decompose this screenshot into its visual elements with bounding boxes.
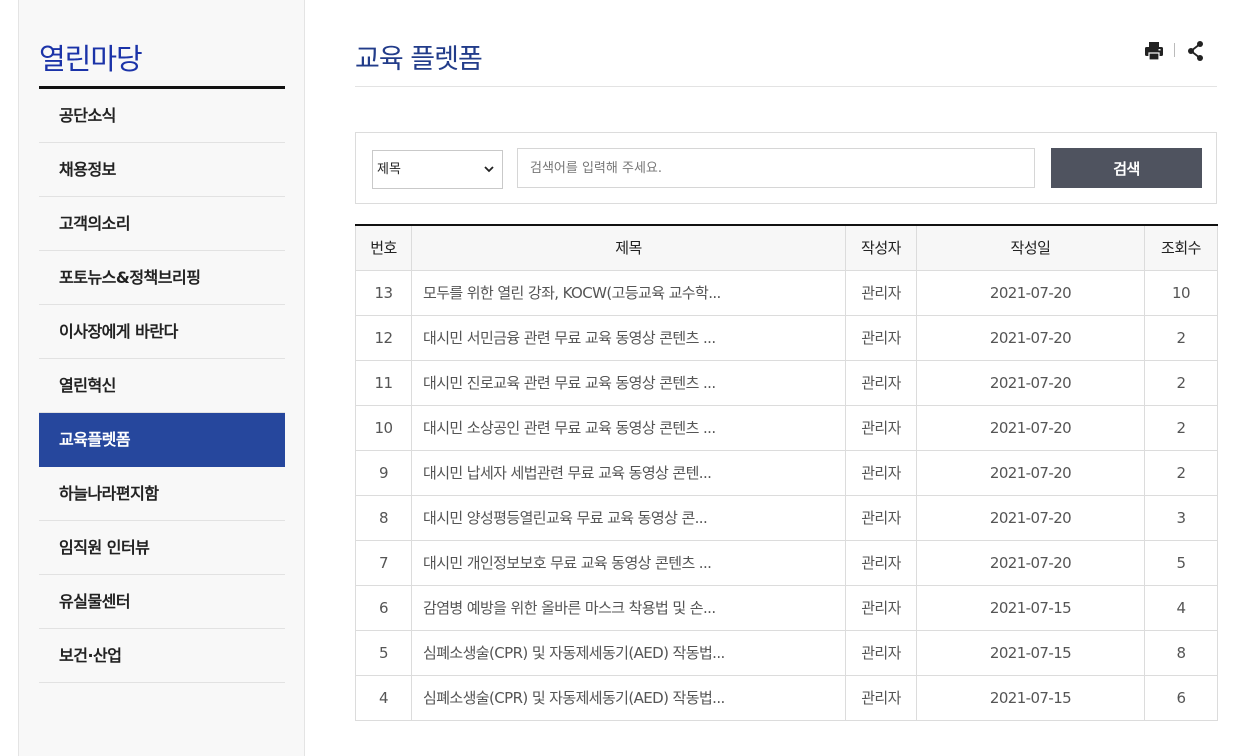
search-field-select-value: 제목 xyxy=(377,162,401,177)
cell-views: 6 xyxy=(1144,674,1218,721)
cell-author: 관리자 xyxy=(845,584,917,631)
page-tools xyxy=(1143,40,1213,62)
cell-author: 관리자 xyxy=(845,629,917,676)
cell-views: 5 xyxy=(1144,539,1218,586)
cell-date: 2021-07-20 xyxy=(916,314,1145,361)
table-row[interactable]: 11 대시민 진로교육 관련 무료 교육 동영상 콘텐츠 ... 관리자 2021-0… xyxy=(355,359,1218,406)
cell-author: 관리자 xyxy=(845,314,917,361)
cell-views: 8 xyxy=(1144,629,1218,676)
column-header-number: 번호 xyxy=(355,225,412,271)
table-row[interactable]: 10 대시민 소상공인 관련 무료 교육 동영상 콘텐츠 ... 관리자 2021-0… xyxy=(355,404,1218,451)
search-box: 제목 검색 xyxy=(355,132,1217,204)
sidebar-item-voice[interactable]: 고객의소리 xyxy=(39,197,285,251)
cell-views: 2 xyxy=(1144,359,1218,406)
cell-number: 4 xyxy=(355,674,412,721)
table-row[interactable]: 8 대시민 양성평등열린교육 무료 교육 동영상 콘... 관리자 2021-07-2… xyxy=(355,494,1218,541)
cell-date: 2021-07-15 xyxy=(916,629,1145,676)
column-header-title: 제목 xyxy=(411,225,846,271)
sidebar-item-recruit[interactable]: 채용정보 xyxy=(39,143,285,197)
post-title-link[interactable]: 심폐소생술(CPR) 및 자동제세동기(AED) 작동법... xyxy=(411,629,846,676)
sidebar: 열린마당 공단소식 채용정보 고객의소리 포토뉴스&정책브리핑 이사장에게 바란다 열린혁… xyxy=(18,0,305,756)
title-divider xyxy=(355,86,1217,87)
table-header-row: 번호 제목 작성자 작성일 조회수 xyxy=(355,225,1218,271)
cell-number: 7 xyxy=(355,539,412,586)
cell-date: 2021-07-15 xyxy=(916,584,1145,631)
cell-date: 2021-07-20 xyxy=(916,359,1145,406)
post-title-link[interactable]: 대시민 납세자 세법관련 무료 교육 동영상 콘텐... xyxy=(411,449,846,496)
page-title: 교육 플렛폼 xyxy=(355,44,483,75)
table-body: 13 모두를 위한 열린 강좌, KOCW(고등교육 교수학... 관리자 2021-… xyxy=(355,269,1218,721)
cell-date: 2021-07-15 xyxy=(916,674,1145,721)
post-title-link[interactable]: 대시민 소상공인 관련 무료 교육 동영상 콘텐츠 ... xyxy=(411,404,846,451)
post-title-link[interactable]: 대시민 진로교육 관련 무료 교육 동영상 콘텐츠 ... xyxy=(411,359,846,406)
sidebar-item-lost-found[interactable]: 유실물센터 xyxy=(39,575,285,629)
cell-views: 2 xyxy=(1144,449,1218,496)
cell-number: 12 xyxy=(355,314,412,361)
cell-views: 2 xyxy=(1144,314,1218,361)
post-title-link[interactable]: 심폐소생술(CPR) 및 자동제세동기(AED) 작동법... xyxy=(411,674,846,721)
post-title-link[interactable]: 대시민 서민금융 관련 무료 교육 동영상 콘텐츠 ... xyxy=(411,314,846,361)
cell-views: 3 xyxy=(1144,494,1218,541)
cell-author: 관리자 xyxy=(845,674,917,721)
cell-date: 2021-07-20 xyxy=(916,404,1145,451)
search-button[interactable]: 검색 xyxy=(1051,148,1202,188)
cell-author: 관리자 xyxy=(845,359,917,406)
cell-number: 8 xyxy=(355,494,412,541)
table-row[interactable]: 12 대시민 서민금융 관련 무료 교육 동영상 콘텐츠 ... 관리자 2021-0… xyxy=(355,314,1218,361)
cell-number: 6 xyxy=(355,584,412,631)
post-title-link[interactable]: 대시민 개인정보보호 무료 교육 동영상 콘텐츠 ... xyxy=(411,539,846,586)
cell-number: 9 xyxy=(355,449,412,496)
column-header-views: 조회수 xyxy=(1144,225,1218,271)
cell-number: 10 xyxy=(355,404,412,451)
column-header-author: 작성자 xyxy=(845,225,917,271)
sidebar-item-health[interactable]: 보건·산업 xyxy=(39,629,285,683)
table-row[interactable]: 4 심폐소생술(CPR) 및 자동제세동기(AED) 작동법... 관리자 2021-… xyxy=(355,674,1218,721)
cell-date: 2021-07-20 xyxy=(916,449,1145,496)
cell-views: 2 xyxy=(1144,404,1218,451)
table-row[interactable]: 7 대시민 개인정보보호 무료 교육 동영상 콘텐츠 ... 관리자 2021-07-… xyxy=(355,539,1218,586)
chevron-down-icon xyxy=(484,166,494,173)
cell-number: 13 xyxy=(355,269,412,316)
sidebar-item-interview[interactable]: 임직원 인터뷰 xyxy=(39,521,285,575)
tool-separator xyxy=(1174,43,1175,57)
sidebar-item-photo-news[interactable]: 포토뉴스&정책브리핑 xyxy=(39,251,285,305)
cell-date: 2021-07-20 xyxy=(916,494,1145,541)
cell-author: 관리자 xyxy=(845,539,917,586)
sidebar-item-chairman[interactable]: 이사장에게 바란다 xyxy=(39,305,285,359)
table-row[interactable]: 13 모두를 위한 열린 강좌, KOCW(고등교육 교수학... 관리자 2021-… xyxy=(355,269,1218,316)
column-header-date: 작성일 xyxy=(916,225,1145,271)
post-title-link[interactable]: 모두를 위한 열린 강좌, KOCW(고등교육 교수학... xyxy=(411,269,846,316)
cell-date: 2021-07-20 xyxy=(916,269,1145,316)
sidebar-item-news[interactable]: 공단소식 xyxy=(39,89,285,143)
cell-number: 11 xyxy=(355,359,412,406)
sidebar-title: 열린마당 xyxy=(39,42,143,76)
cell-author: 관리자 xyxy=(845,269,917,316)
cell-number: 5 xyxy=(355,629,412,676)
cell-author: 관리자 xyxy=(845,449,917,496)
share-icon[interactable] xyxy=(1185,40,1207,62)
search-field-select[interactable]: 제목 xyxy=(372,150,503,189)
cell-views: 10 xyxy=(1144,269,1218,316)
post-title-link[interactable]: 감염병 예방을 위한 올바른 마스크 착용법 및 손... xyxy=(411,584,846,631)
cell-date: 2021-07-20 xyxy=(916,539,1145,586)
table-row[interactable]: 9 대시민 납세자 세법관련 무료 교육 동영상 콘텐... 관리자 2021-07-… xyxy=(355,449,1218,496)
table-row[interactable]: 5 심폐소생술(CPR) 및 자동제세동기(AED) 작동법... 관리자 2021-… xyxy=(355,629,1218,676)
table-row[interactable]: 6 감염병 예방을 위한 올바른 마스크 착용법 및 손... 관리자 2021-07… xyxy=(355,584,1218,631)
sidebar-item-heaven-letter[interactable]: 하늘나라편지함 xyxy=(39,467,285,521)
sidebar-item-innovation[interactable]: 열린혁신 xyxy=(39,359,285,413)
sidebar-menu: 공단소식 채용정보 고객의소리 포토뉴스&정책브리핑 이사장에게 바란다 열린혁신 교육플렛… xyxy=(39,89,285,683)
sidebar-item-education[interactable]: 교육플렛폼 xyxy=(39,413,285,467)
board-table: 번호 제목 작성자 작성일 조회수 13 모두를 위한 열린 강좌, KOCW(고… xyxy=(355,224,1218,721)
cell-author: 관리자 xyxy=(845,494,917,541)
search-input[interactable] xyxy=(517,148,1035,188)
cell-author: 관리자 xyxy=(845,404,917,451)
post-title-link[interactable]: 대시민 양성평등열린교육 무료 교육 동영상 콘... xyxy=(411,494,846,541)
cell-views: 4 xyxy=(1144,584,1218,631)
print-icon[interactable] xyxy=(1143,40,1165,62)
